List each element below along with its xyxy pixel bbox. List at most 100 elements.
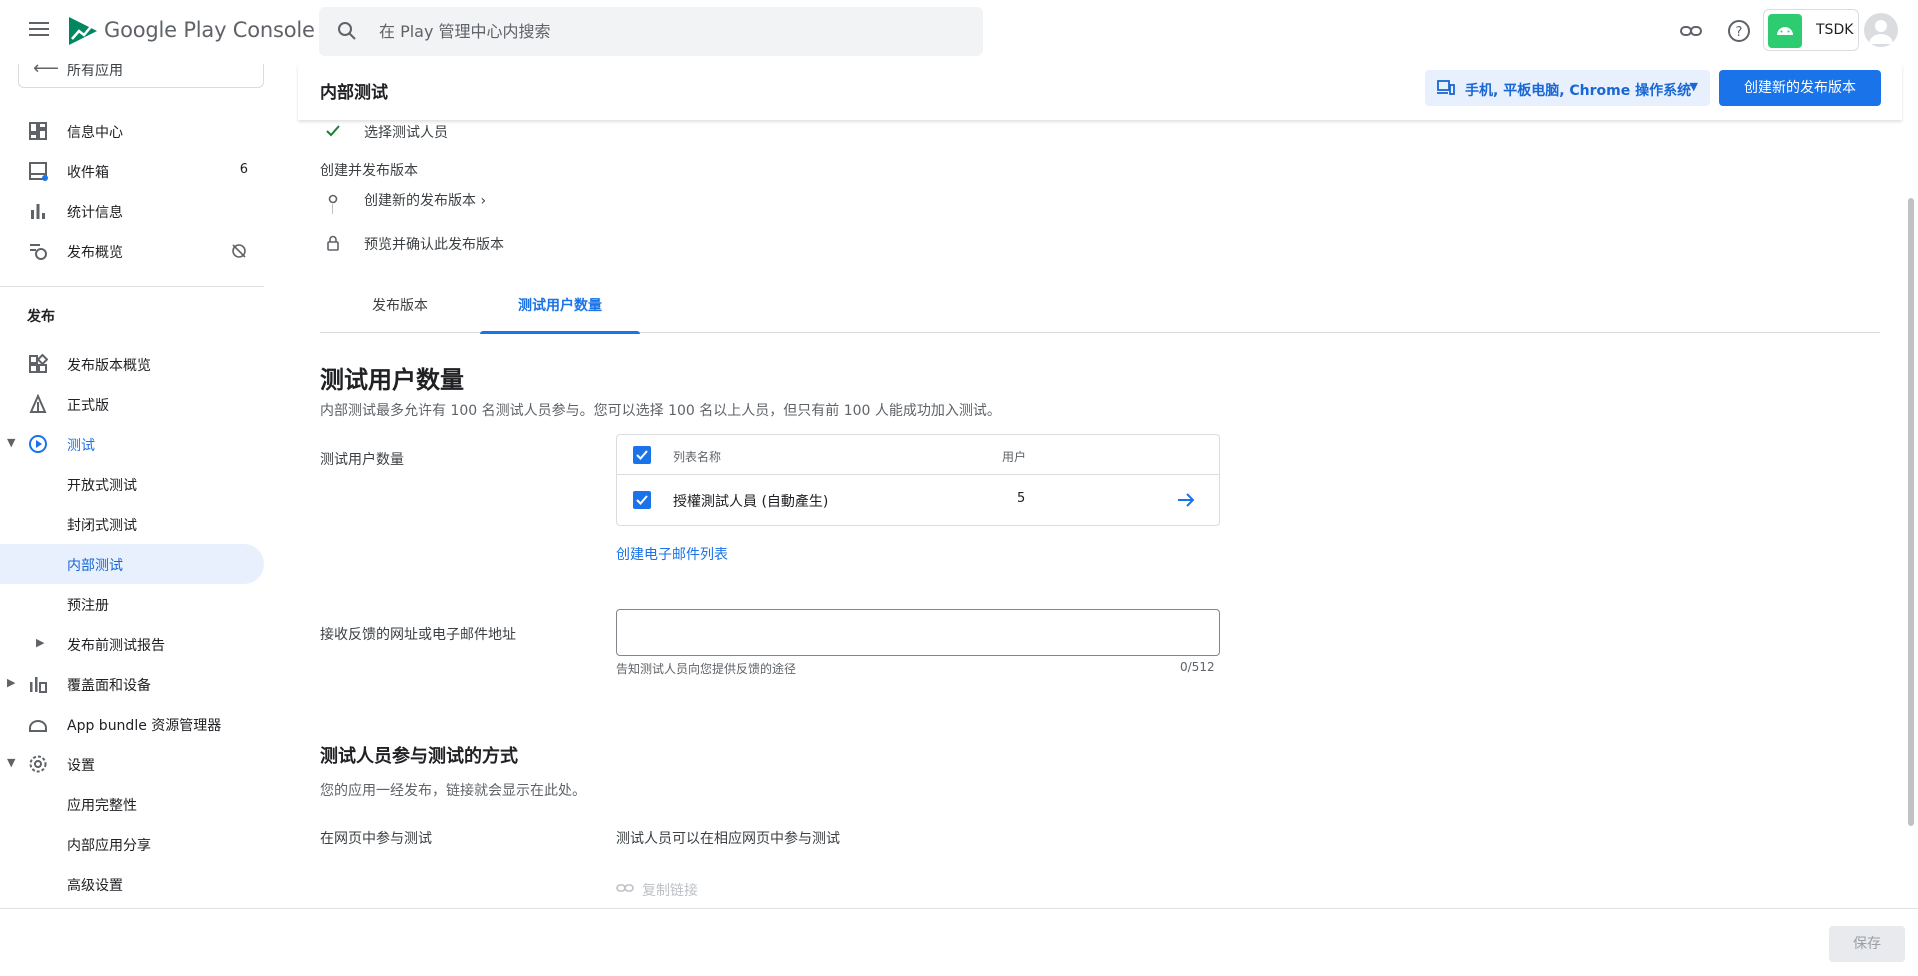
sidebar-item-inbox[interactable]: 收件箱 6 xyxy=(0,151,264,191)
sidebar-item-internal-testing[interactable]: 内部测试 xyxy=(0,544,264,584)
page-header: 内部测试 手机, 平板电脑, Chrome 操作系统 ▼ 创建新的发布版本 xyxy=(298,64,1902,120)
sidebar-item-open-testing[interactable]: 开放式测试 xyxy=(0,464,264,504)
sidebar-item-label: 发布概览 xyxy=(67,245,123,261)
sidebar-item-internal-app-sharing[interactable]: 内部应用分享 xyxy=(0,824,264,864)
tester-lists-table: 列表名称 用户 授權測試人員 (自動產生) 5 xyxy=(616,434,1220,526)
all-apps-label: 所有应用 xyxy=(67,64,123,79)
sidebar-item-app-bundle-explorer[interactable]: App bundle 资源管理器 xyxy=(0,704,264,744)
sidebar-item-publishing-overview[interactable]: 发布概览 xyxy=(0,231,264,271)
sidebar-item-label: 高级设置 xyxy=(67,878,123,894)
all-apps-back-link[interactable]: ⟵ 所有应用 xyxy=(18,64,264,88)
page-title: 内部测试 xyxy=(320,83,388,103)
sidebar-item-dashboard[interactable]: 信息中心 xyxy=(0,111,264,151)
step-select-testers: 选择测试人员 xyxy=(320,120,520,144)
current-app-name: TSDK xyxy=(1816,22,1854,38)
releases-overview-icon xyxy=(29,354,48,373)
inbox-icon xyxy=(29,162,48,181)
sync-off-icon xyxy=(232,244,246,258)
device-selector-button[interactable]: 手机, 平板电脑, Chrome 操作系统 ▼ xyxy=(1425,70,1710,106)
inbox-count-badge: 6 xyxy=(239,162,248,177)
sidebar-item-label: 应用完整性 xyxy=(67,798,137,814)
caret-down-icon: ▼ xyxy=(7,436,16,449)
sidebar-item-label: 封闭式测试 xyxy=(67,518,137,534)
tab-label: 测试用户数量 xyxy=(518,298,602,314)
step-create-release[interactable]: 创建新的发布版本 › xyxy=(320,188,520,212)
device-selector-label: 手机, 平板电脑, Chrome 操作系统 xyxy=(1465,83,1692,99)
table-header-row: 列表名称 用户 xyxy=(617,435,1219,475)
sidebar-item-pre-registration[interactable]: 预注册 xyxy=(0,584,264,624)
join-description: 您的应用一经发布，链接就会显示在此处。 xyxy=(320,783,586,799)
feedback-url-input[interactable] xyxy=(616,609,1220,656)
sidebar-item-closed-testing[interactable]: 封闭式测试 xyxy=(0,504,264,544)
current-app-chip[interactable]: TSDK xyxy=(1763,9,1859,51)
sidebar-section-publish: 发布 xyxy=(27,309,55,325)
hamburger-menu-icon[interactable] xyxy=(26,18,52,44)
main-scrollbar[interactable] xyxy=(1908,198,1914,826)
search-icon xyxy=(338,22,356,40)
feedback-char-counter: 0/512 xyxy=(1180,660,1215,674)
join-web-value: 测试人员可以在相应网页中参与测试 xyxy=(616,831,840,847)
caret-down-icon: ▼ xyxy=(7,756,16,769)
lock-icon xyxy=(327,235,339,251)
step-label: 选择测试人员 xyxy=(364,125,448,141)
sidebar-item-label: 开放式测试 xyxy=(67,478,137,494)
create-release-button[interactable]: 创建新的发布版本 xyxy=(1719,70,1881,106)
bar-chart-icon xyxy=(31,204,45,219)
list-users-cell: 5 xyxy=(1017,491,1026,506)
sidebar-item-label: 内部测试 xyxy=(67,558,123,574)
back-arrow-icon: ⟵ xyxy=(33,64,59,79)
testers-description: 内部测试最多允许有 100 名测试人员参与。您可以选择 100 名以上人员，但只… xyxy=(320,403,1001,419)
tab-testers[interactable]: 测试用户数量 xyxy=(480,285,640,334)
publishing-overview-icon xyxy=(30,244,47,260)
select-all-checkbox[interactable] xyxy=(633,446,651,464)
help-icon[interactable]: ? xyxy=(1726,18,1752,44)
join-heading: 测试人员参与测试的方式 xyxy=(320,746,518,767)
brand-name: Google Play Console xyxy=(104,18,315,42)
arrow-right-icon[interactable] xyxy=(1175,489,1197,511)
sidebar-item-label: 发布前测试报告 xyxy=(67,638,165,654)
row-checkbox[interactable] xyxy=(633,491,651,509)
dashboard-icon xyxy=(29,122,47,140)
testers-field-label: 测试用户数量 xyxy=(320,452,404,468)
create-release-label: 创建新的发布版本 xyxy=(1744,80,1856,96)
search-box[interactable] xyxy=(319,7,983,56)
sidebar-item-label: 预注册 xyxy=(67,598,109,614)
sidebar-item-label: 设置 xyxy=(67,758,95,774)
sidebar-item-app-integrity[interactable]: 应用完整性 xyxy=(0,784,264,824)
dropdown-caret-icon: ▼ xyxy=(1689,80,1698,93)
reach-devices-icon xyxy=(30,677,47,693)
sidebar-item-label: 收件箱 xyxy=(67,165,109,181)
sidebar-item-advanced-settings[interactable]: 高级设置 xyxy=(0,864,264,904)
sidebar-item-pre-launch-report[interactable]: ▶ 发布前测试报告 xyxy=(0,624,264,664)
tab-releases[interactable]: 发布版本 xyxy=(320,285,480,333)
sidebar-item-label: 信息中心 xyxy=(67,125,123,141)
sidebar-item-statistics[interactable]: 统计信息 xyxy=(0,191,264,231)
save-label: 保存 xyxy=(1853,936,1881,952)
android-app-icon xyxy=(1768,14,1802,48)
testers-heading: 测试用户数量 xyxy=(320,366,464,394)
devices-icon xyxy=(1437,80,1455,95)
feedback-hint: 告知测试人员向您提供反馈的途径 xyxy=(616,662,797,676)
testing-icon xyxy=(29,435,47,453)
svg-text:?: ? xyxy=(1736,25,1743,40)
sidebar-item-reach-devices[interactable]: ▶ 覆盖面和设备 xyxy=(0,664,264,704)
step-preview-confirm: 预览并确认此发布版本 xyxy=(320,232,520,256)
sidebar-item-production[interactable]: 正式版 xyxy=(0,384,264,424)
tab-bar: 发布版本 测试用户数量 xyxy=(320,285,1880,334)
create-email-list-link[interactable]: 创建电子邮件列表 xyxy=(616,544,728,564)
play-console-logo xyxy=(69,17,97,45)
sidebar-item-label: 正式版 xyxy=(67,398,109,414)
sidebar-item-settings[interactable]: ▼ 设置 xyxy=(0,744,264,784)
table-row: 授權測試人員 (自動產生) 5 xyxy=(617,475,1219,525)
sidebar-item-testing[interactable]: ▼ 测试 xyxy=(0,424,264,464)
save-button[interactable]: 保存 xyxy=(1829,926,1905,962)
sidebar-item-label: 覆盖面和设备 xyxy=(67,678,151,694)
bottom-action-bar: 保存 xyxy=(0,908,1918,976)
caret-right-icon: ▶ xyxy=(7,676,16,689)
account-avatar[interactable] xyxy=(1864,13,1898,47)
link-icon[interactable] xyxy=(1678,18,1704,44)
main-content: 选择测试人员 创建并发布版本 创建新的发布版本 › 预览并确认此发布版本 发布版… xyxy=(298,120,1902,908)
sidebar-item-releases-overview[interactable]: 发布版本概览 xyxy=(0,344,264,384)
search-input[interactable] xyxy=(379,7,959,56)
app-bundle-icon xyxy=(29,720,47,732)
